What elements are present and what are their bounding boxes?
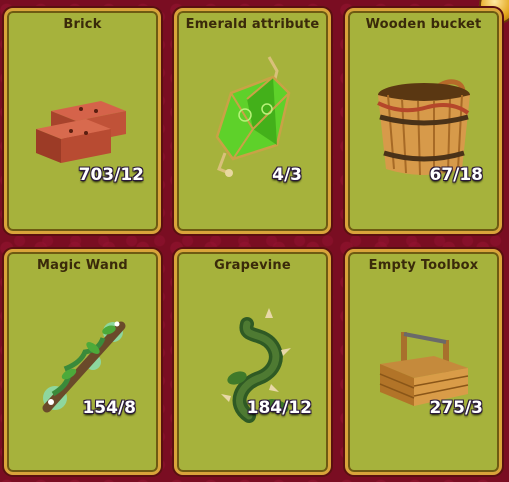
item-card-magic-wand[interactable]: Magic Wand 154/8 (4, 249, 161, 475)
emerald-lantern-icon (215, 56, 291, 177)
item-count: 275/3 (429, 398, 483, 418)
item-name: Empty Toolbox (368, 258, 479, 273)
item-count: 184/12 (246, 398, 312, 418)
toolbox-icon (379, 332, 469, 406)
brick-icon (36, 101, 126, 163)
item-card-empty-toolbox[interactable]: Empty Toolbox 275/3 (345, 249, 502, 475)
item-name: Brick (63, 17, 102, 32)
item-card-wooden-bucket[interactable]: Wooden bucket 67/18 (345, 8, 502, 234)
item-count: 703/12 (78, 165, 144, 185)
item-name: Wooden bucket (365, 17, 482, 32)
item-count: 154/8 (82, 398, 136, 418)
item-card-brick[interactable]: Brick 703/12 (4, 8, 161, 234)
item-name: Grapevine (214, 258, 291, 273)
item-name: Magic Wand (37, 258, 128, 273)
item-card-grapevine[interactable]: Grapevine 184/12 (174, 249, 331, 475)
item-count: 67/18 (429, 165, 483, 185)
item-count: 4/3 (272, 165, 302, 185)
item-name: Emerald attribute (185, 17, 320, 32)
item-card-emerald-attribute[interactable]: Emerald attribute 4/3 (174, 8, 331, 234)
